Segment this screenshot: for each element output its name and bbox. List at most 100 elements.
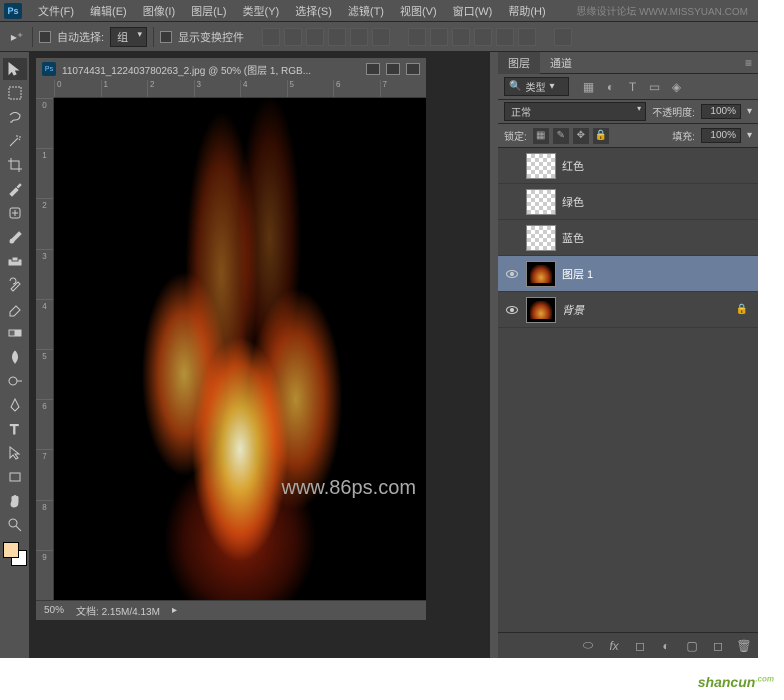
layer-fx-icon[interactable]: fx	[606, 638, 622, 654]
brush-tool[interactable]	[3, 226, 27, 248]
layer-row[interactable]: 蓝色	[498, 220, 758, 256]
delete-layer-icon[interactable]: 🗑	[736, 638, 752, 654]
filter-kind-dropdown[interactable]: 🔍 类型 ▾	[504, 77, 569, 96]
path-select-tool[interactable]	[3, 442, 27, 464]
layer-thumbnail[interactable]	[526, 261, 556, 287]
menu-help[interactable]: 帮助(H)	[500, 1, 553, 21]
align-bottom-icon[interactable]	[306, 28, 324, 46]
layer-group-icon[interactable]: ▢	[684, 638, 700, 654]
lasso-tool[interactable]	[3, 106, 27, 128]
marquee-tool[interactable]	[3, 82, 27, 104]
menu-window[interactable]: 窗口(W)	[445, 1, 501, 21]
dist-top-icon[interactable]	[408, 28, 426, 46]
tab-layers[interactable]: 图层	[498, 52, 540, 74]
layer-thumbnail[interactable]	[526, 297, 556, 323]
layer-name[interactable]: 绿色	[562, 194, 752, 210]
hand-tool[interactable]	[3, 490, 27, 512]
dist-vcenter-icon[interactable]	[430, 28, 448, 46]
fill-arrow-icon[interactable]: ▾	[747, 130, 752, 141]
menu-edit[interactable]: 编辑(E)	[82, 1, 135, 21]
show-transform-checkbox[interactable]	[160, 31, 172, 43]
panel-menu-icon[interactable]: ≡	[745, 56, 752, 70]
zoom-level[interactable]: 50%	[44, 605, 64, 616]
layer-row[interactable]: 图层 1	[498, 256, 758, 292]
link-layers-icon[interactable]: ⬭	[580, 638, 596, 654]
canvas[interactable]: www.86ps.com	[54, 98, 426, 600]
visibility-toggle[interactable]	[504, 194, 520, 210]
arrange-icon[interactable]	[554, 28, 572, 46]
align-right-icon[interactable]	[372, 28, 390, 46]
layer-name[interactable]: 背景	[562, 302, 730, 318]
foreground-color[interactable]	[3, 542, 19, 558]
close-button[interactable]	[406, 63, 420, 75]
type-tool[interactable]: T	[3, 418, 27, 440]
color-swatch[interactable]	[3, 542, 27, 566]
filter-pixel-icon[interactable]: ▦	[581, 80, 595, 94]
auto-select-checkbox[interactable]	[39, 31, 51, 43]
filter-shape-icon[interactable]: ▭	[647, 80, 661, 94]
lock-trans-icon[interactable]: ▦	[533, 128, 549, 144]
layer-name[interactable]: 图层 1	[562, 266, 752, 282]
blend-mode-dropdown[interactable]: 正常	[504, 102, 646, 121]
magic-wand-tool[interactable]	[3, 130, 27, 152]
dist-bottom-icon[interactable]	[452, 28, 470, 46]
move-tool[interactable]	[3, 58, 27, 80]
align-hcenter-icon[interactable]	[350, 28, 368, 46]
layer-name[interactable]: 蓝色	[562, 230, 752, 246]
eyedropper-tool[interactable]	[3, 178, 27, 200]
layer-thumbnail[interactable]	[526, 189, 556, 215]
layer-row[interactable]: 背景 🔒	[498, 292, 758, 328]
rectangle-tool[interactable]	[3, 466, 27, 488]
status-arrow-icon[interactable]: ▸	[172, 605, 177, 616]
ruler-horizontal[interactable]: 01234567	[54, 80, 426, 98]
tab-channels[interactable]: 通道	[540, 52, 582, 74]
clone-stamp-tool[interactable]	[3, 250, 27, 272]
align-left-icon[interactable]	[328, 28, 346, 46]
ruler-vertical[interactable]: 0123456789	[36, 98, 54, 600]
dist-hcenter-icon[interactable]	[496, 28, 514, 46]
menu-filter[interactable]: 滤镜(T)	[340, 1, 392, 21]
layer-thumbnail[interactable]	[526, 153, 556, 179]
lock-all-icon[interactable]: 🔒	[593, 128, 609, 144]
filter-adjust-icon[interactable]: ◐	[603, 80, 617, 94]
doc-info[interactable]: 文档: 2.15M/4.13M	[76, 603, 160, 618]
menu-view[interactable]: 视图(V)	[392, 1, 445, 21]
blur-tool[interactable]	[3, 346, 27, 368]
healing-brush-tool[interactable]	[3, 202, 27, 224]
maximize-button[interactable]	[386, 63, 400, 75]
align-top-icon[interactable]	[262, 28, 280, 46]
crop-tool[interactable]	[3, 154, 27, 176]
menu-layer[interactable]: 图层(L)	[183, 1, 234, 21]
opacity-value[interactable]: 100%	[701, 104, 741, 119]
layer-mask-icon[interactable]: ◻	[632, 638, 648, 654]
visibility-toggle[interactable]	[504, 158, 520, 174]
menu-type[interactable]: 类型(Y)	[235, 1, 288, 21]
adjustment-layer-icon[interactable]: ◐	[658, 638, 674, 654]
dist-left-icon[interactable]	[474, 28, 492, 46]
zoom-tool[interactable]	[3, 514, 27, 536]
new-layer-icon[interactable]: ◻	[710, 638, 726, 654]
visibility-toggle[interactable]	[504, 266, 520, 282]
menu-image[interactable]: 图像(I)	[135, 1, 183, 21]
fill-value[interactable]: 100%	[701, 128, 741, 143]
pen-tool[interactable]	[3, 394, 27, 416]
layer-row[interactable]: 绿色	[498, 184, 758, 220]
visibility-toggle[interactable]	[504, 302, 520, 318]
minimize-button[interactable]	[366, 63, 380, 75]
lock-pixels-icon[interactable]: ✎	[553, 128, 569, 144]
menu-select[interactable]: 选择(S)	[287, 1, 340, 21]
visibility-toggle[interactable]	[504, 230, 520, 246]
layer-thumbnail[interactable]	[526, 225, 556, 251]
align-vcenter-icon[interactable]	[284, 28, 302, 46]
filter-type-icon[interactable]: T	[625, 80, 639, 94]
auto-select-target-dropdown[interactable]: 组	[110, 27, 147, 47]
gradient-tool[interactable]	[3, 322, 27, 344]
lock-position-icon[interactable]: ✥	[573, 128, 589, 144]
dist-right-icon[interactable]	[518, 28, 536, 46]
filter-smart-icon[interactable]: ◈	[669, 80, 683, 94]
eraser-tool[interactable]	[3, 298, 27, 320]
dodge-tool[interactable]	[3, 370, 27, 392]
layer-row[interactable]: 红色	[498, 148, 758, 184]
menu-file[interactable]: 文件(F)	[30, 1, 82, 21]
history-brush-tool[interactable]	[3, 274, 27, 296]
